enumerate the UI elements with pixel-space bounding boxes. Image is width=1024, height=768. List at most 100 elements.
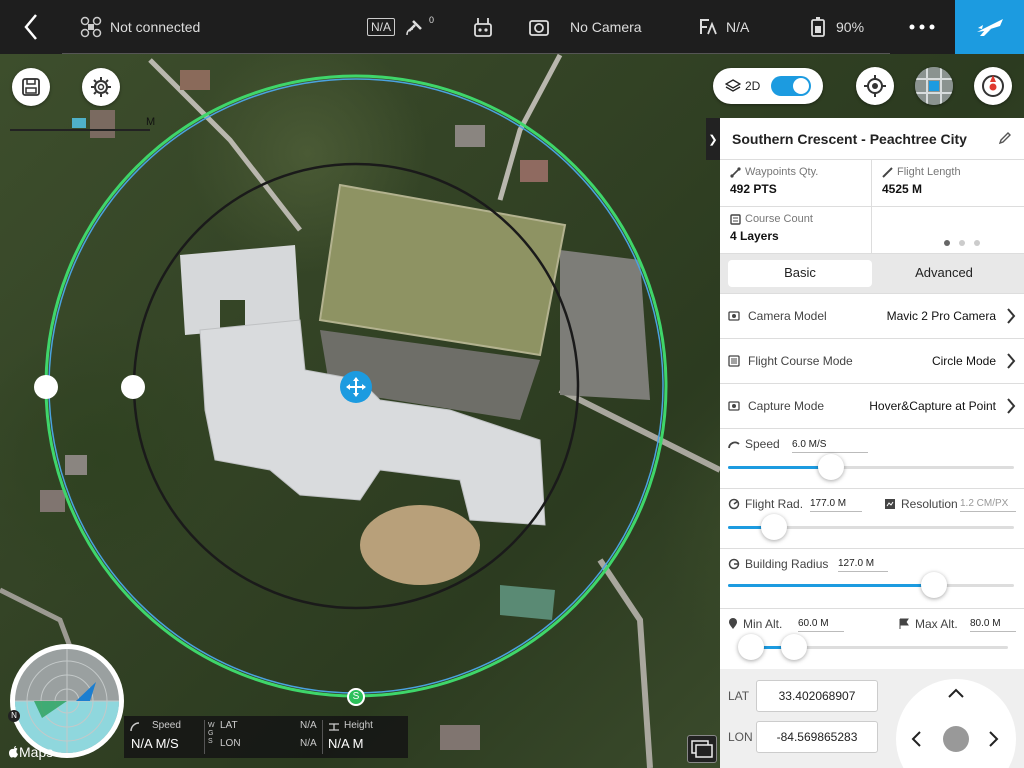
- mission-settings-panel: Southern Crescent - Peachtree City Waypo…: [720, 118, 1024, 768]
- move-center-handle[interactable]: [340, 371, 372, 403]
- layers-icon: [725, 79, 741, 92]
- page-dot[interactable]: [959, 240, 965, 246]
- page-dot[interactable]: [944, 240, 950, 246]
- save-icon: [22, 78, 40, 96]
- start-marker[interactable]: S: [347, 688, 365, 706]
- move-icon: [346, 377, 366, 397]
- gear-icon: [91, 77, 111, 97]
- row-label: Camera Model: [748, 309, 827, 323]
- row-label: Flight Course Mode: [748, 354, 853, 368]
- resolution-icon: [885, 499, 895, 509]
- page-dot[interactable]: [974, 240, 980, 246]
- stat-value: 492 PTS: [730, 182, 777, 196]
- min-alt-value[interactable]: 60.0 M: [798, 618, 844, 632]
- resolution-value: 1.2 CM/PX: [960, 498, 1016, 512]
- satellite-status: 0: [405, 0, 434, 54]
- capture-mode-row[interactable]: Capture Mode Hover&Capture at Point: [720, 384, 1024, 429]
- connection-text: Not connected: [110, 19, 201, 35]
- fly-button[interactable]: [955, 0, 1024, 54]
- back-button[interactable]: [0, 0, 62, 54]
- waypoints-icon: [730, 166, 741, 178]
- stats-page-indicator[interactable]: [944, 240, 980, 246]
- min-alt-label: Min Alt.: [743, 617, 783, 631]
- start-marker-label: S: [352, 691, 360, 702]
- min-alt-knob[interactable]: [737, 634, 764, 660]
- building-radius-handle[interactable]: [121, 375, 145, 399]
- mission-settings-button[interactable]: [82, 68, 120, 106]
- row-value: Mavic 2 Pro Camera: [886, 309, 996, 323]
- more-dots-icon: [909, 24, 935, 30]
- scale-label: M: [146, 116, 156, 128]
- compass-button[interactable]: [974, 67, 1012, 105]
- speed-icon: [130, 722, 140, 732]
- chevron-right-icon[interactable]: [988, 729, 1000, 749]
- mission-stats[interactable]: Waypoints Qty. 492 PTS Flight Length 452…: [720, 160, 1024, 254]
- screens-icon: [691, 740, 713, 758]
- panel-collapse-button[interactable]: ❯: [706, 118, 720, 160]
- course-icon: [730, 213, 741, 225]
- settings-tabs: Basic Advanced: [720, 254, 1024, 294]
- remote-status: [472, 0, 502, 54]
- flight-radius-value[interactable]: 177.0 M: [810, 498, 862, 512]
- drone-icon: [80, 16, 102, 38]
- max-alt-knob[interactable]: [780, 634, 807, 660]
- flight-course-mode-row[interactable]: Flight Course Mode Circle Mode: [720, 339, 1024, 384]
- connection-status[interactable]: Not connected: [80, 0, 200, 54]
- lon-input[interactable]: -84.569865283: [756, 721, 878, 753]
- satellite-count: 0: [429, 15, 435, 25]
- flight-radius-setting: Flight Rad. 177.0 M Resolution 1.2 CM/PX: [720, 489, 1024, 549]
- stat-value: 4525 M: [882, 182, 923, 196]
- remote-controller-icon: [474, 18, 492, 37]
- gps-status: N/A: [367, 0, 396, 54]
- north-indicator: N: [8, 710, 20, 722]
- speed-slider[interactable]: [728, 466, 1014, 469]
- flag-icon: [899, 618, 909, 629]
- save-mission-button[interactable]: [12, 68, 50, 106]
- divider: [322, 720, 323, 754]
- exposure-icon: [700, 19, 717, 35]
- locate-button[interactable]: [856, 67, 894, 105]
- speed-fill: [728, 466, 831, 469]
- chevron-up-icon[interactable]: [946, 687, 966, 699]
- stat-value: 4 Layers: [730, 229, 779, 243]
- satellite-icon: [406, 20, 422, 36]
- chevron-right-icon: [1007, 398, 1016, 414]
- lat-input[interactable]: 33.402068907: [756, 680, 878, 712]
- map-layers-button[interactable]: [687, 735, 717, 763]
- row-value: Circle Mode: [931, 354, 996, 368]
- building-radius-slider[interactable]: [728, 584, 1014, 587]
- north-label: N: [11, 711, 17, 720]
- edit-pencil-icon[interactable]: [998, 131, 1012, 145]
- tel-speed-label: Speed: [152, 720, 181, 731]
- more-menu-button[interactable]: [890, 0, 954, 54]
- camera-model-row[interactable]: Camera Model Mavic 2 Pro Camera: [720, 294, 1024, 339]
- building-radius-knob[interactable]: [920, 572, 947, 598]
- building-radius-value[interactable]: 127.0 M: [838, 558, 888, 572]
- map-2d-switch[interactable]: [771, 76, 811, 96]
- speed-value[interactable]: 6.0 M/S: [792, 439, 868, 453]
- camera-text: No Camera: [570, 19, 642, 35]
- building-radius-icon: [728, 558, 740, 570]
- flight-radius-knob[interactable]: [760, 514, 787, 540]
- tel-lat-value: N/A: [300, 720, 317, 731]
- max-alt-value[interactable]: 80.0 M: [970, 618, 1016, 632]
- dpad-center-button[interactable]: [943, 726, 969, 752]
- tab-advanced[interactable]: Advanced: [872, 260, 1016, 287]
- resolution-label: Resolution: [901, 497, 958, 511]
- speed-knob[interactable]: [817, 454, 844, 480]
- airplane-icon: [976, 19, 1003, 36]
- apple-logo-icon: [9, 745, 18, 758]
- divider: [204, 720, 205, 754]
- map-preview-button[interactable]: [915, 67, 953, 105]
- chevron-left-icon[interactable]: [910, 729, 922, 749]
- tel-height-label: Height: [344, 720, 373, 731]
- tab-basic[interactable]: Basic: [728, 260, 872, 287]
- flight-radius-handle[interactable]: [34, 375, 58, 399]
- location-pin-icon: [729, 618, 737, 629]
- telemetry-bar: Speed N/A M/S W G S LAT N/A LON N/A Heig…: [124, 716, 408, 758]
- stat-course-count: Course Count 4 Layers: [720, 207, 872, 254]
- attitude-radar[interactable]: N: [8, 644, 124, 758]
- map-attribution: Maps: [8, 744, 53, 760]
- building-radius-label: Building Radius: [745, 557, 829, 571]
- map-2d-toggle[interactable]: 2D: [713, 68, 823, 104]
